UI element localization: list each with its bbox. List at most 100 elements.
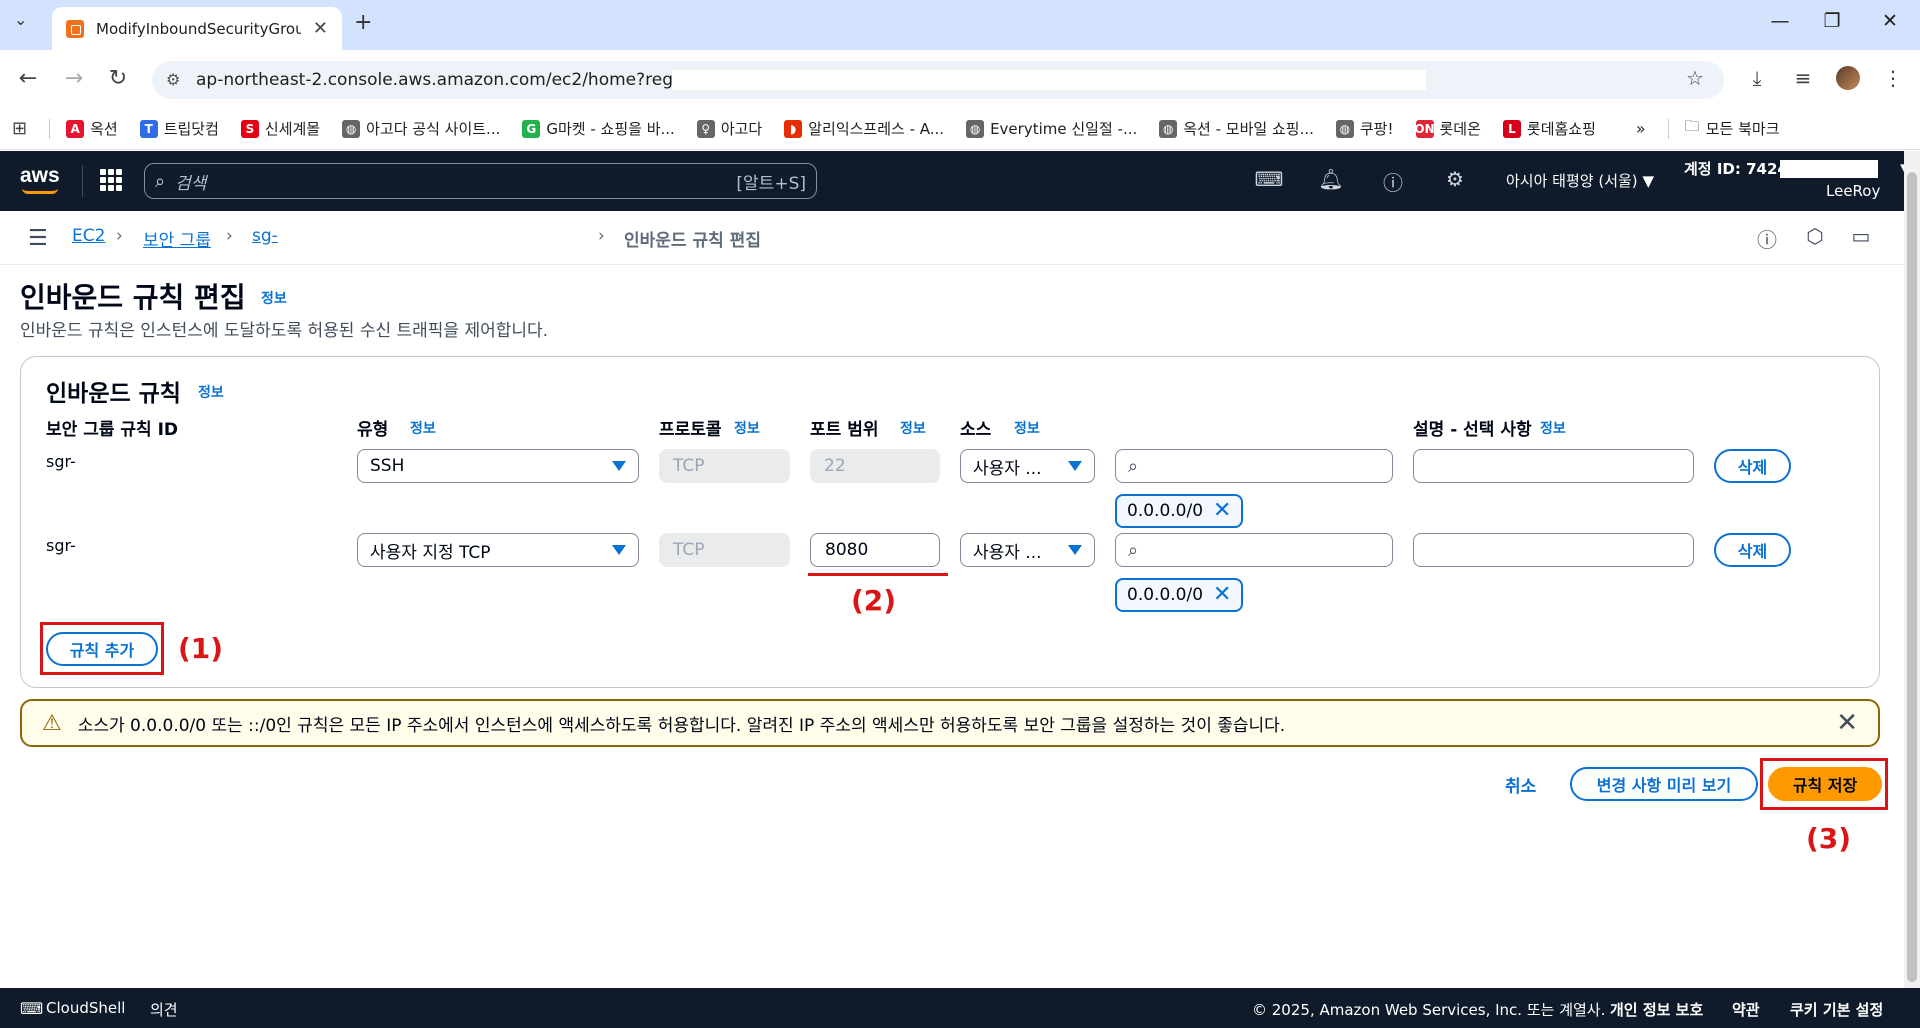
tab-search-chevron-icon[interactable]: ⌄ [14,12,27,28]
save-rules-button[interactable]: 규칙 저장 [1768,767,1882,801]
aws-search-input[interactable]: ⌕ 검색 [알트+S] [144,163,817,199]
close-tab-icon[interactable]: ✕ [313,18,328,39]
cidr-search-input[interactable]: ⌕ [1115,533,1393,567]
remove-token-icon[interactable]: ✕ [1213,584,1231,606]
description-input[interactable] [1413,533,1694,567]
cidr-search-input[interactable]: ⌕ [1115,449,1393,483]
terms-link[interactable]: 약관 [1732,999,1760,1020]
preview-changes-button[interactable]: 변경 사항 미리 보기 [1570,767,1758,801]
bookmark-item[interactable]: ◍ Everytime 신일절 -... [966,118,1137,139]
cloudshell-icon[interactable]: ⌨ [20,999,43,1018]
bookmark-item[interactable]: ♀ 아고다 [696,118,762,139]
forward-icon[interactable]: → [60,66,88,92]
rule-id-cell: sgr- [46,536,76,555]
new-tab-icon[interactable]: + [354,12,372,34]
bookmark-item[interactable]: ◍ 아고다 공식 사이트... [342,118,500,139]
cidr-token: 0.0.0.0/0 ✕ [1115,578,1244,612]
col-source: 소스 [960,420,992,440]
region-selector[interactable]: 아시아 태평양 (서울) ▼ [1506,170,1654,191]
breadcrumb-sg[interactable]: sg- [252,226,278,246]
media-control-icon[interactable]: ≡ [1788,66,1818,90]
more-bookmarks-icon[interactable]: » [1636,119,1646,138]
source-select[interactable]: 사용자 ... [960,533,1095,567]
apps-icon[interactable]: ⊞ [12,118,27,139]
annotation-1: (1) [178,632,224,665]
browser-tab[interactable]: ModifyInboundSecurityGroupRules ✕ [52,7,342,50]
col-protocol: 프로토콜 [659,420,722,440]
bookmark-item[interactable]: T 트립닷컴 [139,118,219,139]
rule-id-cell: sgr- [46,452,76,471]
delete-rule-button[interactable]: 삭제 [1714,533,1791,567]
cloudshell-icon[interactable]: ⌨ [1254,167,1284,191]
bookmark-item[interactable]: S 신세계몰 [240,118,320,139]
profile-avatar[interactable] [1836,66,1860,90]
close-window-icon[interactable]: ✕ [1870,10,1910,32]
hamburger-menu-icon[interactable]: ☰ [28,226,48,251]
back-icon[interactable]: ← [14,66,42,92]
remove-token-icon[interactable]: ✕ [1213,500,1231,522]
all-bookmarks[interactable]: 🗀 모든 북마크 [1685,116,1780,141]
minimize-icon[interactable]: — [1760,10,1800,32]
cidr-value: 0.0.0.0/0 [1127,585,1204,605]
source-value: 사용자 ... [973,542,1042,563]
type-info-link[interactable]: 정보 [410,418,436,438]
gear-icon[interactable]: ⚙ [1440,167,1470,191]
warning-alert: ⚠ 소스가 0.0.0.0/0 또는 ::/0인 규칙은 모든 IP 주소에서 … [20,699,1880,747]
breadcrumb-current: 인바운드 규칙 편집 [624,231,761,251]
bookmark-star-icon[interactable]: ☆ [1680,66,1710,90]
bookmark-item[interactable]: ◍ 옥션 - 모바일 쇼핑... [1159,118,1314,139]
caret-down-icon [1068,461,1082,471]
type-select[interactable]: SSH [357,449,639,483]
info-icon[interactable]: ⓘ [1752,224,1782,253]
panel-info-link[interactable]: 정보 [198,382,224,402]
cookie-preferences-link[interactable]: 쿠키 기본 설정 [1790,999,1883,1020]
restore-icon[interactable]: ❐ [1812,10,1852,32]
port-info-link[interactable]: 정보 [900,418,926,438]
caret-down-icon [612,461,626,471]
bookmark-item[interactable]: ◗ 알리익스프레스 - A... [784,118,944,139]
source-select[interactable]: 사용자 ... [960,449,1095,483]
source-info-link[interactable]: 정보 [1014,418,1040,438]
breadcrumb-ec2[interactable]: EC2 [72,226,105,246]
page-info-link[interactable]: 정보 [261,288,287,308]
port-range-input[interactable]: 8080 [810,533,940,567]
bookmark-label: 옥션 [90,120,118,138]
delete-rule-button[interactable]: 삭제 [1714,449,1791,483]
bookmark-item[interactable]: ◍ 쿠팡! [1335,118,1394,139]
description-info-link[interactable]: 정보 [1540,418,1566,438]
services-menu-icon[interactable] [100,169,122,191]
protocol-info-link[interactable]: 정보 [734,418,760,438]
hexagon-icon[interactable]: ⬡ [1800,224,1830,248]
warning-icon: ⚠ [42,710,62,736]
cidr-token: 0.0.0.0/0 ✕ [1115,494,1244,528]
cloudshell-link[interactable]: CloudShell [46,999,125,1017]
download-icon[interactable]: ⤓ [1742,66,1772,90]
site-settings-icon[interactable]: ⚙ [166,70,180,89]
privacy-link[interactable]: 개인 정보 보호 [1610,999,1703,1020]
bell-icon[interactable]: 🔔︎ [1316,167,1346,191]
type-select[interactable]: 사용자 지정 TCP [357,533,639,567]
breadcrumb-security-groups[interactable]: 보안 그룹 [143,226,211,251]
help-icon[interactable]: ⓘ [1378,167,1408,196]
bookmark-item[interactable]: L 롯데홈쇼핑 [1502,118,1596,139]
cancel-button[interactable]: 취소 [1505,772,1536,797]
page-description: 인바운드 규칙은 인스턴스에 도달하도록 허용된 수신 트래픽을 제어합니다. [20,321,549,341]
bookmark-label: G마켓 - 쇼핑을 바... [546,120,675,138]
feedback-link[interactable]: 의견 [150,999,178,1020]
scrollbar-thumb[interactable] [1907,172,1917,982]
aws-logo[interactable]: aws [20,164,60,188]
bookmark-item[interactable]: G G마켓 - 쇼핑을 바... [522,118,675,139]
add-rule-button[interactable]: 규칙 추가 [46,632,158,666]
description-input[interactable] [1413,449,1694,483]
reload-icon[interactable]: ↻ [104,66,132,92]
inbound-rules-panel [20,356,1880,688]
search-icon: ⌕ [155,170,166,192]
close-icon[interactable]: ✕ [1836,708,1858,738]
chrome-menu-icon[interactable]: ⋮ [1878,66,1908,90]
bookmarks-divider [49,118,51,139]
bookmark-item[interactable]: A 옥션 [66,118,118,139]
monitor-icon[interactable]: ▭ [1846,224,1876,248]
bookmark-item[interactable]: ON 롯데온 [1414,118,1481,139]
bookmark-favicon-icon: ♀ [696,119,715,138]
bookmark-label: 쿠팡! [1359,120,1394,138]
